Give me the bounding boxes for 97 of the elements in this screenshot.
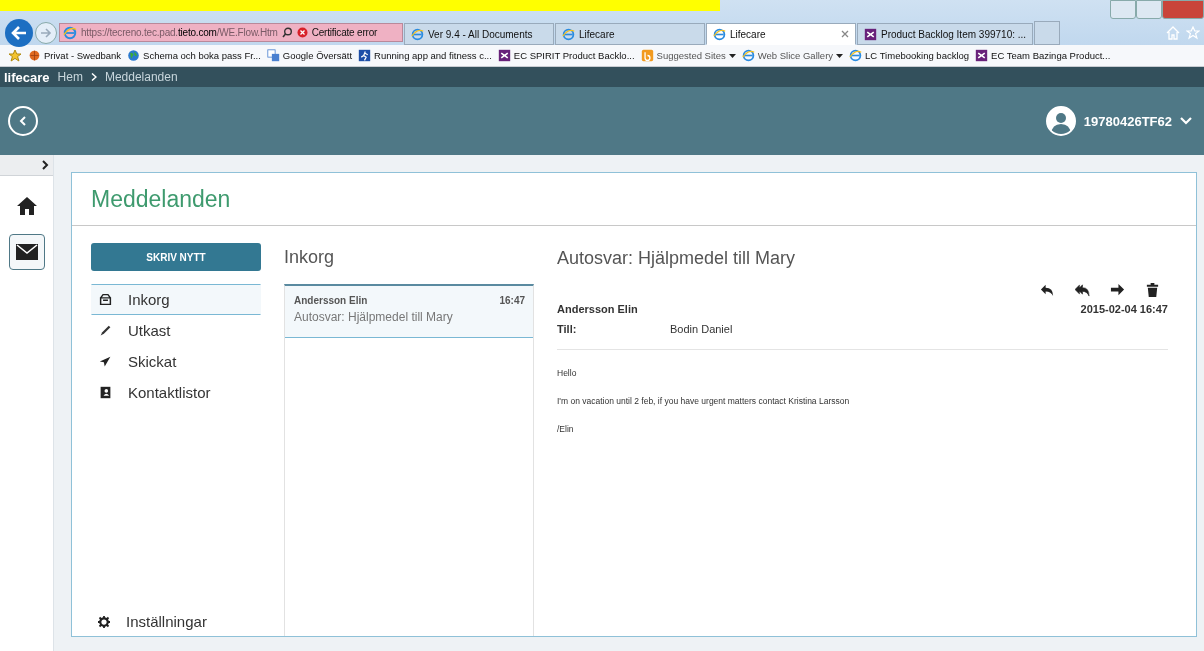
message-paragraph: I'm on vacation until 2 feb, if you have urgent matters contact Kristina Larsson bbox=[557, 396, 851, 406]
favorite-link[interactable]: Suggested Sites bbox=[640, 49, 736, 62]
favorite-link[interactable]: Privat - Swedbank bbox=[28, 49, 122, 62]
tab-label: Lifecare bbox=[730, 28, 766, 40]
favorite-link[interactable]: EC Team Bazinga Product... bbox=[975, 49, 1111, 62]
tab-label: Product Backlog Item 399710: ... bbox=[881, 28, 1027, 40]
back-button[interactable] bbox=[5, 18, 33, 47]
sender-name: Andersson Elin bbox=[294, 295, 368, 306]
message-subject: Autosvar: Hjälpmedel till Mary bbox=[557, 247, 797, 270]
inbox-tray-icon bbox=[99, 293, 112, 306]
folder-item[interactable]: Utkast bbox=[91, 315, 261, 346]
page-title: Meddelanden bbox=[91, 185, 231, 213]
favorite-label: Google Översätt bbox=[282, 50, 353, 61]
folder-label: Kontaktlistor bbox=[128, 384, 211, 401]
ball-icon bbox=[28, 49, 41, 62]
tab-label: Ver 9.4 - All Documents bbox=[428, 28, 533, 40]
settings-icon bbox=[98, 615, 110, 628]
home-icon bbox=[15, 196, 38, 216]
folder-label: Skickat bbox=[128, 353, 177, 370]
breadcrumb-link[interactable]: Meddelanden bbox=[104, 70, 178, 84]
search-icon bbox=[281, 27, 293, 38]
favorite-link[interactable]: Schema och boka pass Fr... bbox=[127, 49, 261, 62]
chevron-icon bbox=[90, 73, 97, 81]
translate-icon bbox=[266, 49, 280, 62]
message-time: 16:47 bbox=[499, 295, 525, 306]
favorite-label: LC Timebooking backlog bbox=[865, 50, 970, 61]
paper-plane-icon bbox=[99, 355, 112, 368]
to-label: Till: bbox=[557, 323, 578, 335]
brand-logo[interactable]: lifecare bbox=[4, 69, 50, 85]
favorite-link[interactable]: EC SPIRIT Product Backlo... bbox=[497, 49, 635, 62]
browser-tab[interactable]: Ver 9.4 - All Documents bbox=[404, 23, 554, 45]
favorite-label: Running app and fitness c... bbox=[374, 50, 492, 61]
browser-tab[interactable]: Lifecare bbox=[706, 23, 856, 45]
arrow-right-icon bbox=[40, 27, 52, 38]
tab-label: Lifecare bbox=[579, 28, 615, 40]
ie-icon bbox=[63, 25, 77, 40]
message-subject: Autosvar: Hjälpmedel till Mary bbox=[294, 310, 454, 324]
browser-tab[interactable]: Lifecare bbox=[555, 23, 705, 45]
favorite-label: EC Team Bazinga Product... bbox=[991, 50, 1111, 61]
favorite-link[interactable]: LC Timebooking backlog bbox=[849, 49, 970, 62]
ie-icon bbox=[713, 27, 726, 41]
star-icon[interactable] bbox=[1186, 25, 1200, 40]
message-paragraph: /Elin bbox=[557, 424, 575, 434]
mail-icon bbox=[15, 244, 38, 260]
ie-icon bbox=[741, 49, 755, 62]
inbox-heading: Inkorg bbox=[284, 246, 336, 269]
folder-label: Inkorg bbox=[128, 291, 170, 308]
recipient-name: Bodin Daniel bbox=[670, 323, 733, 335]
ie-icon bbox=[849, 49, 863, 62]
browser-tab[interactable]: Product Backlog Item 399710: ... bbox=[857, 23, 1034, 45]
sender-name: Andersson Elin bbox=[557, 303, 638, 315]
address-field[interactable]: https://tecreno.tec.pad.tieto.com/WE.Flow.Htm Certificate error bbox=[59, 23, 403, 42]
chevron-left-icon bbox=[19, 116, 27, 126]
certificate-error[interactable]: Certificate error bbox=[311, 27, 378, 38]
message-paragraph: Hello bbox=[557, 368, 578, 378]
ie-icon bbox=[562, 27, 575, 41]
favorite-label: Schema och boka pass Fr... bbox=[143, 50, 261, 61]
favorite-label: Suggested Sites bbox=[656, 50, 726, 61]
favorite-label: Web Slice Gallery bbox=[757, 50, 834, 61]
arrow-right-icon[interactable] bbox=[1110, 282, 1125, 297]
message-item[interactable]: Andersson Elin 16:47 Autosvar: Hjälpmedel till Mary bbox=[285, 286, 533, 338]
favorite-link[interactable]: Running app and fitness c... bbox=[358, 49, 492, 62]
folder-label: Utkast bbox=[128, 322, 171, 339]
folder-item[interactable]: Inkorg bbox=[91, 284, 261, 315]
runner-icon bbox=[358, 49, 372, 62]
mail-nav-button[interactable] bbox=[8, 234, 45, 270]
settings-link[interactable]: Inställningar bbox=[91, 613, 261, 630]
arrow-left-icon bbox=[11, 25, 27, 40]
ie-icon bbox=[411, 27, 424, 41]
suggested-sites-icon bbox=[640, 49, 654, 62]
pencil-icon bbox=[99, 324, 112, 337]
error-icon bbox=[296, 27, 308, 38]
globe-icon bbox=[127, 49, 141, 62]
reply-all-icon[interactable] bbox=[1075, 282, 1090, 297]
close-tab-icon[interactable] bbox=[841, 30, 849, 38]
compose-button[interactable]: SKRIV NYTT bbox=[91, 243, 261, 271]
favorite-label: EC SPIRIT Product Backlo... bbox=[513, 50, 635, 61]
url-text: https://tecreno.tec.pad.tieto.com/WE.Flow.Htm bbox=[81, 27, 278, 38]
breadcrumb-link[interactable]: Hem bbox=[57, 70, 83, 84]
dropdown-caret-icon[interactable] bbox=[728, 53, 736, 58]
favorites-star-icon[interactable] bbox=[8, 48, 22, 63]
chevron-down-icon[interactable] bbox=[1180, 117, 1192, 125]
back-button[interactable] bbox=[8, 106, 38, 136]
favorite-label: Privat - Swedbank bbox=[44, 50, 122, 61]
user-id[interactable]: 19780426TF62 bbox=[1083, 113, 1172, 129]
chevron-right-icon[interactable] bbox=[42, 160, 49, 170]
folder-item[interactable]: Kontaktlistor bbox=[91, 377, 261, 408]
avatar-icon[interactable] bbox=[1045, 106, 1076, 136]
favorite-link[interactable]: Google Översätt bbox=[266, 49, 353, 62]
favorite-link[interactable]: Web Slice Gallery bbox=[741, 49, 844, 62]
folder-item[interactable]: Skickat bbox=[91, 346, 261, 377]
trash-icon[interactable] bbox=[1145, 282, 1160, 297]
message-date: 2015-02-04 16:47 bbox=[1080, 303, 1168, 315]
reply-icon[interactable] bbox=[1040, 282, 1055, 297]
dropdown-caret-icon[interactable] bbox=[836, 53, 844, 58]
settings-label: Inställningar bbox=[126, 613, 207, 630]
contact-book-icon bbox=[99, 386, 112, 399]
